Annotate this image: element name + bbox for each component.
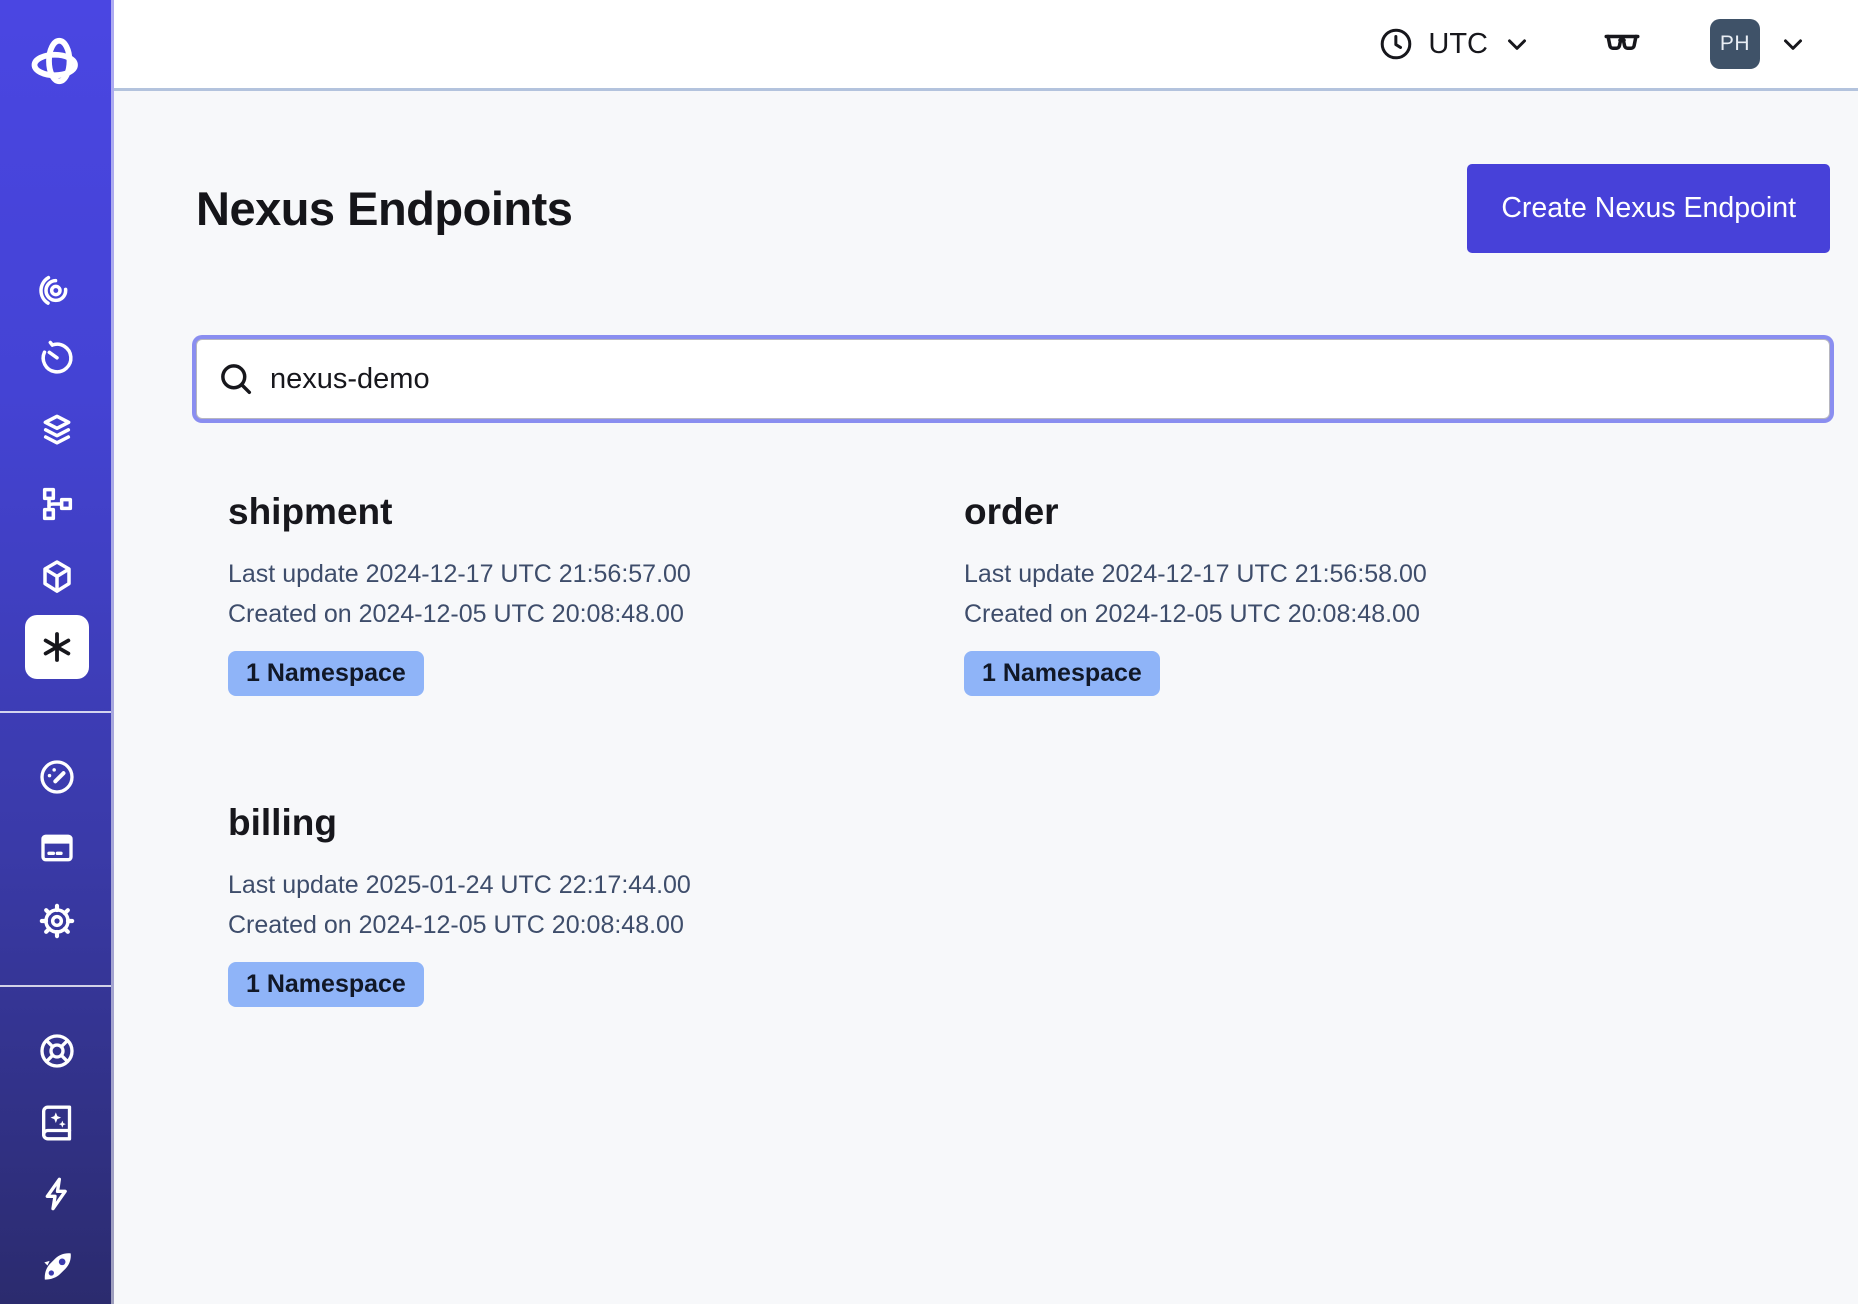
sidebar-divider [0,711,111,713]
layers-icon [37,411,77,451]
rocket-icon [37,1247,77,1287]
magnifier-icon [217,360,255,398]
lightning-icon [37,1174,77,1214]
sidebar-item-packages[interactable] [25,545,89,609]
endpoint-card-billing[interactable]: billing Last update 2025-01-24 UTC 22:17… [228,802,964,1007]
sidebar-item-docs[interactable] [25,1091,89,1155]
sidebar-item-billing[interactable] [25,816,89,880]
endpoint-last-update: Last update 2025-01-24 UTC 22:17:44.00 [228,865,964,905]
card-window-icon [37,828,77,868]
branch-icon [37,484,77,524]
endpoint-name: billing [228,802,964,844]
account-menu[interactable]: PH [1710,19,1808,69]
namespace-badge: 1 Namespace [228,651,424,696]
page-title: Nexus Endpoints [196,181,572,236]
timer-icon [37,337,77,377]
gear-icon [37,901,77,941]
search-box [196,339,1830,419]
create-nexus-endpoint-button[interactable]: Create Nexus Endpoint [1467,164,1830,253]
endpoint-card-order[interactable]: order Last update 2024-12-17 UTC 21:56:5… [964,491,1700,696]
temporal-logo-icon[interactable] [27,33,87,93]
gauge-icon [37,757,77,797]
glasses-icon [1600,22,1644,66]
app-screen: UTC PH Nexus Endpoints Create Nexus Endp… [0,0,1858,1304]
namespace-badge: 1 Namespace [228,962,424,1007]
book-sparkles-icon [37,1103,77,1143]
reader-mode-button[interactable] [1600,22,1644,66]
sidebar-item-feedback[interactable] [25,1162,89,1226]
chevron-down-icon [1502,29,1532,59]
chevron-down-icon [1778,29,1808,59]
timezone-label: UTC [1428,28,1488,61]
avatar: PH [1710,19,1760,69]
sidebar-item-usage[interactable] [25,745,89,809]
clock-icon [1378,26,1414,62]
asterisk-icon [37,627,77,667]
sidebar-item-workflows[interactable] [25,257,89,321]
endpoint-name: shipment [228,491,964,533]
endpoint-last-update: Last update 2024-12-17 UTC 21:56:57.00 [228,554,964,594]
cube-icon [37,557,77,597]
sidebar-item-settings[interactable] [25,889,89,953]
main-content: Nexus Endpoints Create Nexus Endpoint sh… [114,94,1858,1304]
endpoint-last-update: Last update 2024-12-17 UTC 21:56:58.00 [964,554,1700,594]
sidebar-item-support[interactable] [25,1019,89,1083]
endpoint-card-grid: shipment Last update 2024-12-17 UTC 21:5… [196,491,1830,1007]
endpoint-name: order [964,491,1700,533]
sidebar-item-getting-started[interactable] [25,1235,89,1299]
sidebar-item-schedules[interactable] [25,325,89,389]
sidebar [0,0,114,1304]
endpoint-created-on: Created on 2024-12-05 UTC 20:08:48.00 [228,905,964,945]
sidebar-item-batch[interactable] [25,399,89,463]
namespace-badge: 1 Namespace [964,651,1160,696]
timezone-selector[interactable]: UTC [1378,26,1532,62]
top-header: UTC PH [114,0,1858,91]
endpoint-card-shipment[interactable]: shipment Last update 2024-12-17 UTC 21:5… [228,491,964,696]
endpoint-created-on: Created on 2024-12-05 UTC 20:08:48.00 [964,594,1700,634]
search-input[interactable] [270,363,1809,396]
sidebar-item-nexus[interactable] [25,615,89,679]
lifebuoy-icon [37,1031,77,1071]
spiral-icon [37,269,77,309]
endpoint-created-on: Created on 2024-12-05 UTC 20:08:48.00 [228,594,964,634]
sidebar-divider [0,985,111,987]
sidebar-item-deployments[interactable] [25,472,89,536]
